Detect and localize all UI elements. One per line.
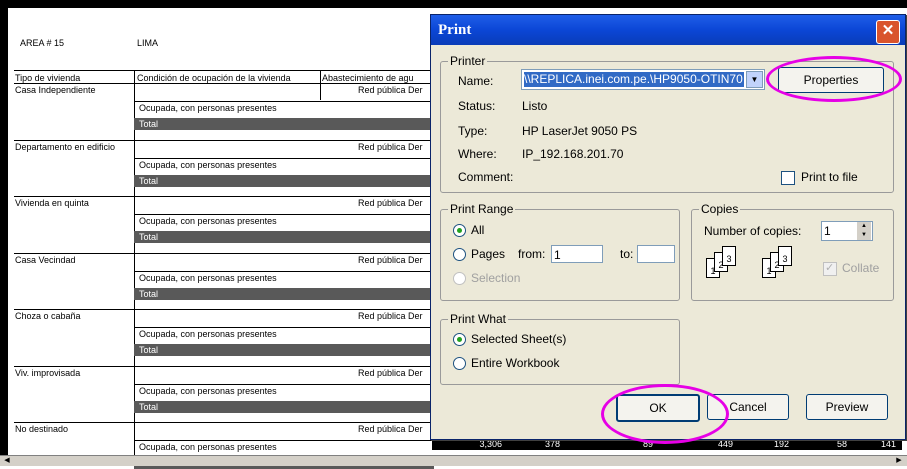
type-label: Type: [458, 124, 488, 138]
total-row: Total [134, 401, 434, 413]
chevron-down-icon[interactable]: ▼ [746, 71, 763, 88]
print-to-file-label: Print to file [801, 170, 858, 184]
page-icon: 3 [722, 246, 736, 266]
range-selection-radio[interactable] [453, 272, 466, 285]
total-label: Total [139, 232, 159, 242]
abastecimiento-cell: Red pública Der [358, 142, 423, 152]
to-label: to: [620, 247, 634, 261]
tipo-cell: No destinado [15, 424, 69, 434]
total-row: Total [134, 118, 434, 130]
close-button[interactable]: ✕ [876, 20, 900, 44]
status-value: Listo [522, 99, 548, 113]
ocupada-cell: Ocupada, con personas presentes [139, 273, 277, 283]
to-input[interactable] [637, 245, 675, 263]
abastecimiento-cell: Red pública Der [358, 424, 423, 434]
tipo-cell: Vivienda en quinta [15, 198, 89, 208]
city-label: LIMA [137, 38, 159, 48]
header-top-line [14, 70, 434, 71]
print-range-legend: Print Range [448, 202, 516, 216]
bottom-cell: 58 [836, 439, 847, 449]
dialog-title: Print [438, 22, 472, 38]
selected-sheets-radio[interactable] [453, 333, 466, 346]
ocupada-cell: Ocupada, con personas presentes [139, 442, 277, 452]
number-of-copies-label: Number of copies: [704, 224, 802, 238]
tipo-cell: Departamento en edificio [15, 142, 116, 152]
total-label: Total [139, 289, 159, 299]
tipo-cell: Choza o cabaña [15, 311, 81, 321]
dialog-titlebar[interactable]: Print ✕ [431, 15, 905, 45]
abastecimiento-cell: Red pública Der [358, 368, 423, 378]
ocupada-cell: Ocupada, con personas presentes [139, 386, 277, 396]
range-all-label: All [471, 223, 485, 237]
ocupada-cell: Ocupada, con personas presentes [139, 216, 277, 226]
from-label: from: [518, 247, 546, 261]
range-selection-label: Selection [471, 271, 521, 285]
total-label: Total [139, 119, 159, 129]
copies-legend: Copies [699, 202, 741, 216]
highlight-oval-properties [766, 56, 902, 102]
from-input[interactable]: 1 [551, 245, 603, 263]
comment-label: Comment: [458, 170, 514, 184]
preview-button[interactable]: Preview [806, 394, 888, 420]
total-row: Total [134, 344, 434, 356]
sheet-top-border [0, 0, 907, 8]
copies-input[interactable]: 1 ▲ ▼ [821, 221, 873, 241]
abastecimiento-cell: Red pública Der [358, 198, 423, 208]
copies-value: 1 [824, 224, 831, 238]
ocupada-cell: Ocupada, con personas presentes [139, 103, 277, 113]
tipo-cell: Casa Vecindad [15, 255, 76, 265]
total-label: Total [139, 345, 159, 355]
copies-spinner-icon[interactable]: ▲ ▼ [857, 222, 871, 240]
abastecimiento-cell: Red pública Der [358, 255, 423, 265]
name-label: Name: [458, 74, 494, 88]
selected-sheets-label: Selected Sheet(s) [471, 332, 567, 346]
total-row: Total [134, 231, 434, 243]
bottom-cell: 3,306 [479, 439, 502, 449]
ocupada-cell: Ocupada, con personas presentes [139, 329, 277, 339]
abastecimiento-cell: Red pública Der [358, 85, 423, 95]
printer-name-select[interactable]: \\REPLICA.inei.com.pe.\HP9050-OTIN70 ▼ [521, 69, 765, 90]
col-divider-2 [320, 70, 321, 100]
entire-workbook-label: Entire Workbook [471, 356, 560, 370]
print-what-legend: Print What [448, 312, 509, 326]
close-icon: ✕ [881, 22, 895, 39]
collate-label: Collate [842, 261, 880, 275]
where-label: Where: [458, 147, 497, 161]
total-label: Total [139, 176, 159, 186]
collate-checkbox[interactable] [823, 261, 837, 276]
bottom-cell: 192 [773, 439, 789, 449]
sheet-left-border [0, 8, 8, 458]
tipo-cell: Casa Independiente [15, 85, 96, 95]
area-label: AREA # 15 [20, 38, 65, 48]
printer-legend: Printer [448, 54, 488, 68]
bottom-cell: 141 [880, 439, 896, 449]
total-row: Total [134, 175, 434, 187]
page-icon: 3 [778, 246, 792, 266]
status-label: Status: [458, 99, 496, 113]
bottom-cell: 378 [544, 439, 560, 449]
print-to-file-checkbox[interactable] [781, 171, 795, 185]
tipo-cell: Viv. improvisada [15, 368, 81, 378]
copies-group: Copies Number of copies: 1 ▲ ▼ 1 2 3 1 2 … [691, 202, 894, 301]
range-pages-label: Pages [471, 247, 506, 261]
type-value: HP LaserJet 9050 PS [522, 124, 638, 138]
where-value: IP_192.168.201.70 [522, 147, 624, 161]
horizontal-scrollbar[interactable]: ◀ ▶ [0, 455, 907, 466]
print-what-group: Print What Selected Sheet(s) Entire Work… [440, 312, 680, 385]
ocupada-cell: Ocupada, con personas presentes [139, 160, 277, 170]
abastecimiento-cell: Red pública Der [358, 311, 423, 321]
highlight-oval-ok [601, 384, 729, 444]
printer-name-value: \\REPLICA.inei.com.pe.\HP9050-OTIN70 [524, 72, 744, 87]
total-row: Total [134, 288, 434, 300]
entire-workbook-radio[interactable] [453, 357, 466, 370]
total-label: Total [139, 402, 159, 412]
print-range-group: Print Range All Pages from: 1 to: Select… [440, 202, 680, 301]
range-all-radio[interactable] [453, 224, 466, 237]
range-pages-radio[interactable] [453, 248, 466, 261]
